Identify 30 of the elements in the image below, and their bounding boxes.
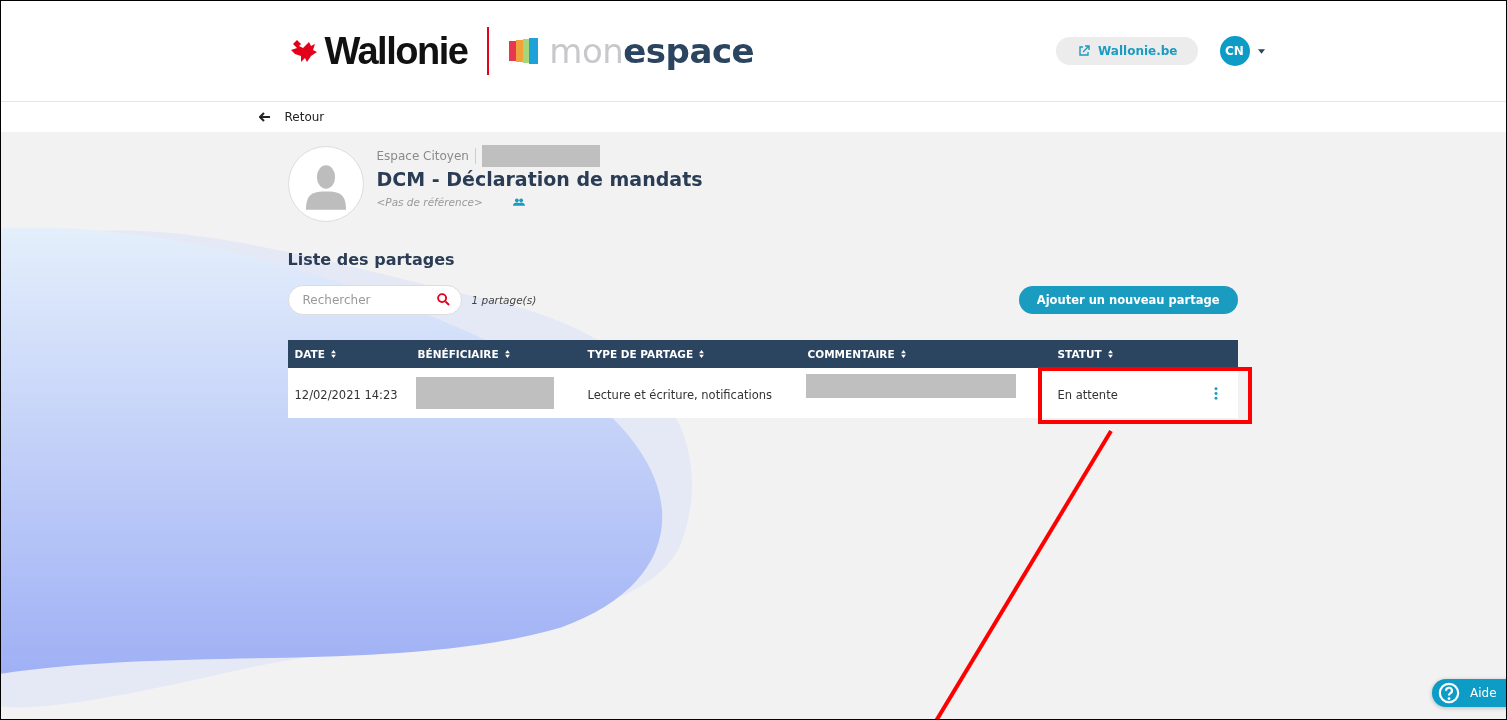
column-header[interactable]: TYPE DE PARTAGE [587, 348, 694, 360]
search-icon[interactable] [436, 293, 450, 306]
sort-icon[interactable] [504, 350, 510, 358]
sort-icon[interactable] [900, 350, 906, 358]
space-label: Espace Citoyen [376, 149, 469, 163]
sort-icon[interactable] [1107, 350, 1113, 358]
caret-icon[interactable] [1257, 48, 1265, 54]
colored-bars-logo-icon [509, 38, 540, 64]
reference-label: <Pas de référence> [376, 196, 483, 208]
wallonie-logo-text: Wallonie [324, 29, 468, 73]
more-options-icon[interactable] [1213, 387, 1218, 400]
back-link[interactable]: Retour [258, 110, 325, 124]
sort-icon[interactable] [699, 350, 705, 358]
back-arrow-icon [258, 112, 271, 122]
external-link-icon [1078, 45, 1091, 57]
column-header[interactable]: BÉNÉFICIAIRE [417, 348, 499, 360]
table-cell: 12/02/2021 14:23 [294, 387, 398, 402]
sort-icon[interactable] [330, 350, 336, 358]
share-count: 1 partage(s) [471, 294, 537, 306]
column-header[interactable]: STATUT [1057, 348, 1102, 360]
search-field[interactable]: Rechercher [287, 285, 462, 315]
people-icon[interactable] [512, 198, 525, 206]
column-header[interactable]: DATE [294, 348, 325, 360]
table-cell: En attente [1057, 387, 1118, 402]
section-title: Liste des partages [287, 250, 456, 269]
page-title: DCM - Déclaration de mandats [376, 167, 703, 192]
column-header[interactable]: COMMENTAIRE [807, 348, 895, 360]
table-cell: Lecture et écriture, notifications [587, 387, 772, 402]
question-icon [1438, 682, 1460, 704]
person-silhouette-icon [305, 164, 346, 210]
